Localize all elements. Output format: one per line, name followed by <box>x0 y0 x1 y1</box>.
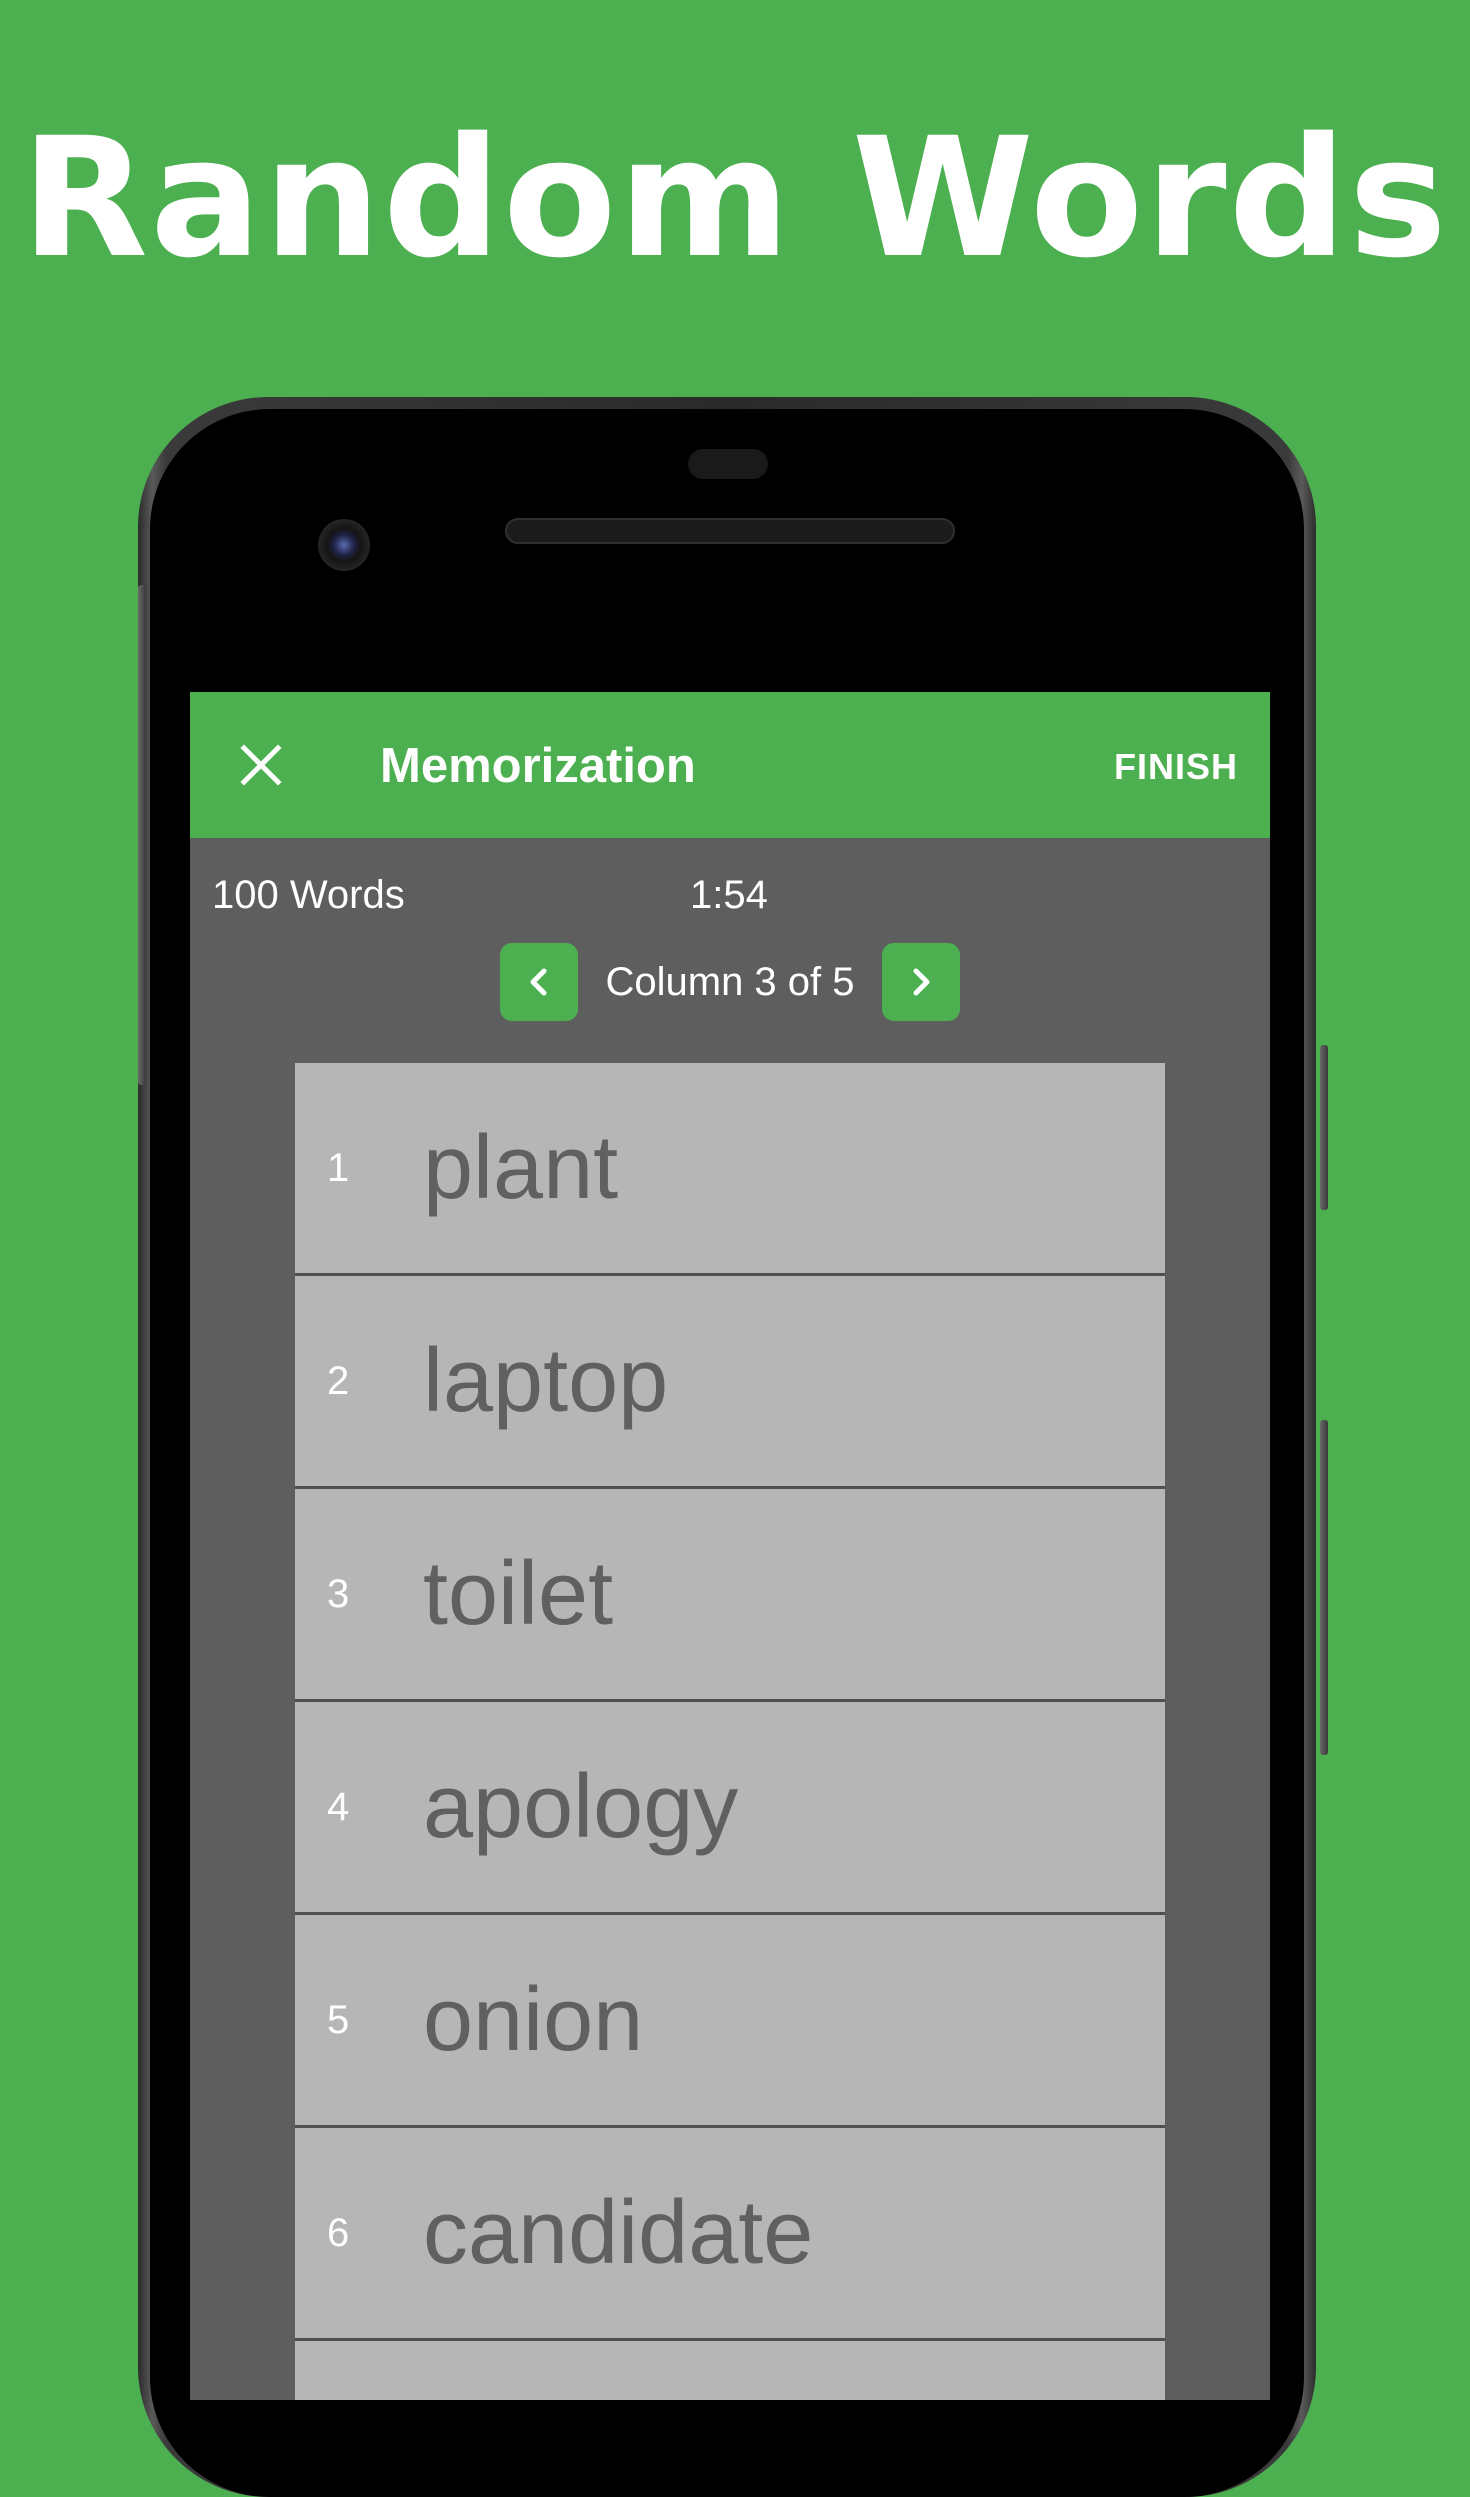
column-indicator: Column 3 of 5 <box>605 960 855 1004</box>
list-item: 3 toilet <box>295 1489 1165 1702</box>
word-text: onion <box>423 1970 644 2070</box>
timer-label: 1:54 <box>690 873 768 917</box>
word-text: toilet <box>423 1544 614 1644</box>
list-item: 1 plant <box>295 1063 1165 1276</box>
chevron-right-icon <box>913 968 930 996</box>
previous-column-button[interactable] <box>500 943 578 1021</box>
phone-power-button <box>1320 1045 1328 1210</box>
word-number: 3 <box>327 1572 350 1616</box>
list-item: 5 onion <box>295 1915 1165 2128</box>
page-title: Memorization <box>380 739 696 793</box>
word-text: apology <box>423 1757 739 1857</box>
word-number: 6 <box>327 2211 350 2255</box>
word-number: 1 <box>327 1146 350 1190</box>
promo-headline: Random Words <box>21 102 1449 294</box>
list-item: 4 apology <box>295 1702 1165 1915</box>
earpiece-speaker <box>505 518 955 544</box>
word-number: 2 <box>327 1359 350 1403</box>
chevron-left-icon <box>530 968 547 996</box>
phone-volume-button <box>1320 1420 1328 1755</box>
list-item: 6 candidate <box>295 2128 1165 2341</box>
app-screen: Memorization FINISH 100 Words 1:54 Colum… <box>190 692 1270 2400</box>
front-camera <box>318 519 370 571</box>
word-number: 5 <box>327 1998 350 2042</box>
phone-side-button-left <box>138 585 146 1085</box>
word-text: laptop <box>423 1331 669 1431</box>
word-list: 1 plant 2 laptop 3 toilet 4 apology 5 on… <box>295 1063 1165 2400</box>
proximity-sensor <box>688 449 768 479</box>
word-count-label: 100 Words <box>212 873 405 917</box>
finish-button[interactable]: FINISH <box>1114 742 1238 792</box>
list-item: 2 laptop <box>295 1276 1165 1489</box>
list-item <box>295 2341 1165 2400</box>
app-bar: Memorization FINISH <box>190 692 1270 838</box>
word-number: 4 <box>327 1785 350 1829</box>
next-column-button[interactable] <box>882 943 960 1021</box>
word-text: candidate <box>423 2183 814 2283</box>
close-icon[interactable] <box>238 742 284 788</box>
word-text: plant <box>423 1118 619 1218</box>
